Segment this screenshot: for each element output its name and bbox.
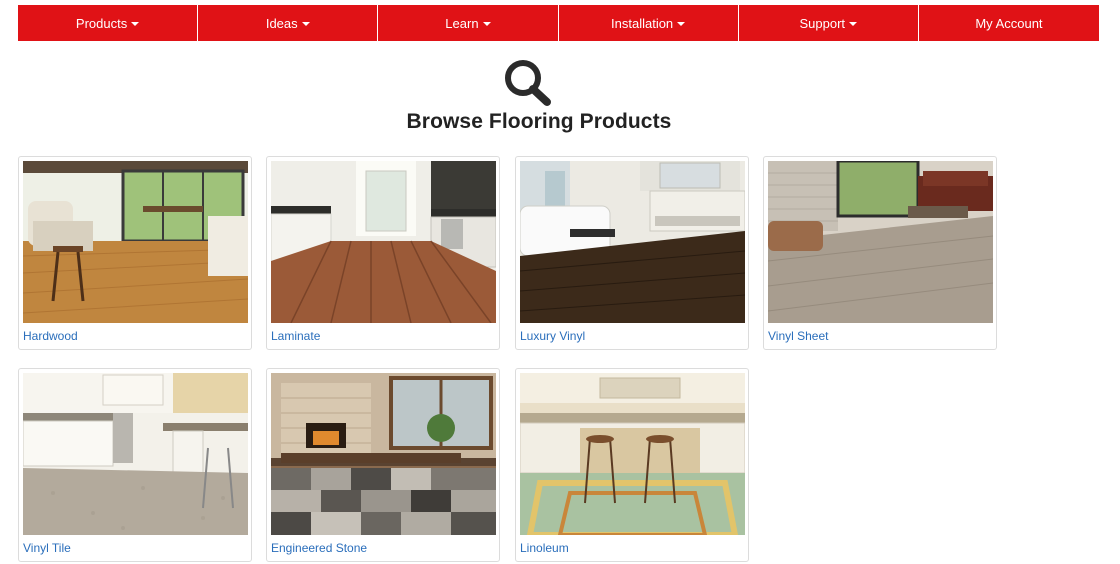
caret-down-icon xyxy=(131,22,140,26)
page-title: Browse Flooring Products xyxy=(406,110,672,133)
product-card-luxury-vinyl[interactable]: Luxury Vinyl xyxy=(515,156,749,350)
vinyl-sheet-living-room-photo[interactable] xyxy=(768,161,993,323)
laminate-kitchen-photo[interactable] xyxy=(271,161,496,323)
product-link-vinyl-tile[interactable]: Vinyl Tile xyxy=(23,541,71,555)
engineered-stone-dining-photo[interactable] xyxy=(271,373,496,535)
caret-down-icon xyxy=(482,22,491,26)
nav-learn-label: Learn xyxy=(445,15,479,31)
product-link-engineered-stone[interactable]: Engineered Stone xyxy=(271,541,367,555)
product-card-engineered-stone[interactable]: Engineered Stone xyxy=(266,368,500,562)
nav-products-label: Products xyxy=(75,15,128,31)
nav-ideas-label: Ideas xyxy=(265,15,298,31)
nav-installation[interactable]: Installation xyxy=(558,5,739,41)
nav-my-account[interactable]: My Account xyxy=(918,5,1100,41)
caret-down-icon xyxy=(849,22,858,26)
vinyl-tile-kitchen-photo[interactable] xyxy=(23,373,248,535)
main-nav: Products Ideas Learn Installation Suppor… xyxy=(18,5,1100,41)
product-card-hardwood[interactable]: Hardwood xyxy=(18,156,252,350)
caret-down-icon xyxy=(301,22,310,26)
search-icon xyxy=(505,60,551,106)
hardwood-room-photo[interactable] xyxy=(23,161,248,323)
nav-my-account-label: My Account xyxy=(975,15,1043,31)
product-link-hardwood[interactable]: Hardwood xyxy=(23,329,78,343)
product-link-linoleum[interactable]: Linoleum xyxy=(520,541,569,555)
nav-support[interactable]: Support xyxy=(738,5,919,41)
nav-ideas[interactable]: Ideas xyxy=(198,5,379,41)
nav-learn[interactable]: Learn xyxy=(378,5,559,41)
nav-support-label: Support xyxy=(799,15,846,31)
luxury-vinyl-bathroom-photo[interactable] xyxy=(520,161,745,323)
product-card-vinyl-tile[interactable]: Vinyl Tile xyxy=(18,368,252,562)
product-link-vinyl-sheet[interactable]: Vinyl Sheet xyxy=(768,329,829,343)
product-link-luxury-vinyl[interactable]: Luxury Vinyl xyxy=(520,329,585,343)
product-card-linoleum[interactable]: Linoleum xyxy=(515,368,749,562)
product-link-laminate[interactable]: Laminate xyxy=(271,329,320,343)
product-card-laminate[interactable]: Laminate xyxy=(266,156,500,350)
product-card-vinyl-sheet[interactable]: Vinyl Sheet xyxy=(763,156,997,350)
nav-installation-label: Installation xyxy=(611,15,674,31)
nav-products[interactable]: Products xyxy=(18,5,199,41)
caret-down-icon xyxy=(677,22,686,26)
linoleum-kitchen-photo[interactable] xyxy=(520,373,745,535)
